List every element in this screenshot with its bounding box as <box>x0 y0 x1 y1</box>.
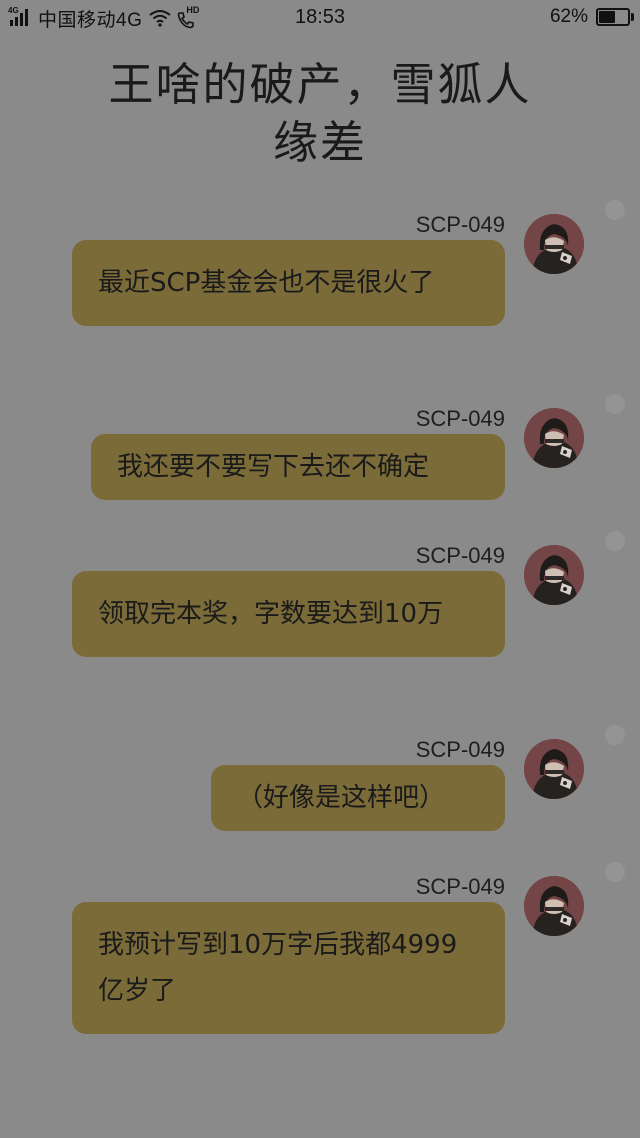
unread-dot <box>605 862 625 882</box>
sender-name: SCP-049 <box>415 737 505 762</box>
message-bubble[interactable]: 我还要不要写下去还不确定 <box>91 434 505 500</box>
unread-dot <box>605 725 625 745</box>
message-bubble[interactable]: 领取完本奖，字数要达到10万 <box>72 571 505 657</box>
sender-name: SCP-049 <box>415 543 505 568</box>
chat-list[interactable]: SCP-049 最近SCP基金会也不是很火了 SCP-049 我还要不要写下去还… <box>0 0 640 1138</box>
avatar-icon[interactable] <box>524 408 584 468</box>
avatar-icon[interactable] <box>524 876 584 936</box>
unread-dot <box>605 394 625 414</box>
message-bubble[interactable]: （好像是这样吧） <box>211 765 505 831</box>
avatar-icon[interactable] <box>524 214 584 274</box>
sender-name: SCP-049 <box>415 874 505 899</box>
unread-dot <box>605 531 625 551</box>
message-bubble[interactable]: 最近SCP基金会也不是很火了 <box>72 240 505 326</box>
avatar-icon[interactable] <box>524 545 584 605</box>
unread-dot <box>605 200 625 220</box>
avatar-icon[interactable] <box>524 739 584 799</box>
sender-name: SCP-049 <box>415 212 505 237</box>
message-bubble[interactable]: 我预计写到10万字后我都4999亿岁了 <box>72 902 505 1034</box>
sender-name: SCP-049 <box>415 406 505 431</box>
